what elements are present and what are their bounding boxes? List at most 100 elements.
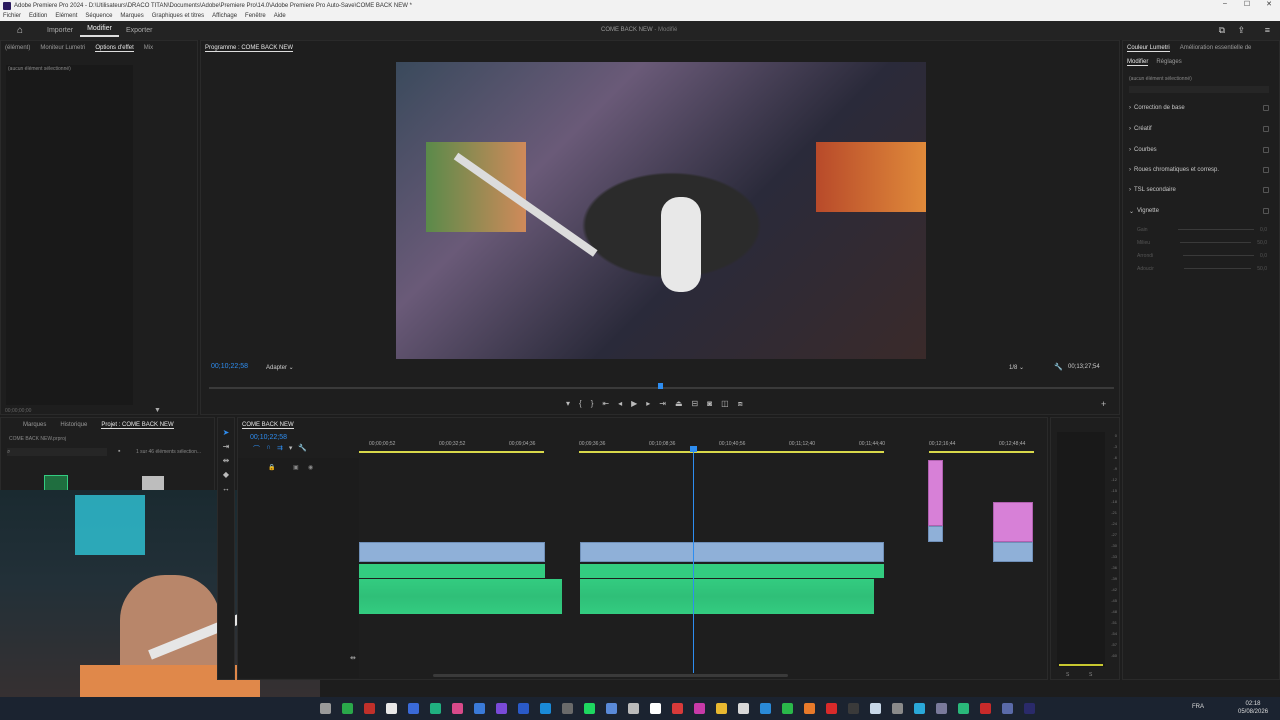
hamburger-menu-icon[interactable]: ≡ — [1265, 25, 1270, 35]
keyboard-language[interactable]: FRA — [1192, 704, 1204, 710]
checkbox-courbes[interactable] — [1263, 147, 1269, 153]
folder-icon[interactable]: ▪ — [118, 448, 120, 455]
menu-sequence[interactable]: Séquence — [85, 13, 112, 19]
lock-icon[interactable]: 🔒 — [268, 464, 275, 471]
section-vignette[interactable]: ⌄ Vignette — [1129, 208, 1159, 215]
maximize-icon[interactable]: ☐ — [1236, 0, 1258, 8]
filter-icon[interactable]: ▼ — [154, 407, 161, 414]
play-icon[interactable]: ▶ — [631, 399, 637, 409]
app-blue-icon[interactable] — [474, 703, 485, 714]
go-to-in-icon[interactable]: ⇤ — [602, 399, 609, 409]
add-marker-icon[interactable]: ⇉ — [277, 444, 283, 454]
step-back-icon[interactable]: ◂ — [618, 399, 622, 409]
project-search-input[interactable]: ⌕ — [7, 448, 107, 456]
program-timecode[interactable]: 00;10;22;58 — [211, 363, 248, 370]
tab-essential-sound[interactable]: Amélioration essentielle de — [1180, 45, 1252, 51]
section-tsl[interactable]: › TSL secondaire — [1129, 187, 1176, 193]
playhead-handle[interactable] — [690, 446, 697, 452]
taskbar-clock[interactable]: 02:18 05/08/2026 — [1238, 700, 1268, 716]
app-indigo-icon[interactable] — [1002, 703, 1013, 714]
close-icon[interactable]: ✕ — [1258, 0, 1280, 8]
vignette-gain[interactable]: Gain 0,0 — [1137, 223, 1267, 236]
menu-aide[interactable]: Aide — [274, 13, 286, 19]
section-creatif[interactable]: › Créatif — [1129, 126, 1152, 132]
audio-clip[interactable] — [359, 579, 562, 614]
app-blue4-icon[interactable] — [606, 703, 617, 714]
program-playhead[interactable] — [658, 383, 663, 389]
app-teal-icon[interactable] — [958, 703, 969, 714]
comparison-view-icon[interactable]: ◫ — [721, 399, 729, 409]
extract-icon[interactable]: ⊟ — [692, 399, 699, 409]
acrobat-icon[interactable] — [826, 703, 837, 714]
app-red2-icon[interactable] — [672, 703, 683, 714]
meter-solo-left[interactable]: S — [1066, 672, 1069, 678]
steam-icon[interactable] — [320, 703, 331, 714]
subtab-reglages[interactable]: Réglages — [1156, 59, 1181, 65]
lumetri-clip-dropdown[interactable] — [1129, 86, 1269, 93]
slip-tool-icon[interactable]: ↔ — [222, 484, 230, 493]
add-button-icon[interactable]: + — [1101, 399, 1106, 409]
tab-lumetri-monitor[interactable]: Moniteur Lumetri — [40, 45, 85, 51]
timeline-ruler[interactable]: 00;00;00;52 00;00;32;52 00;09;04;36 00;0… — [359, 438, 1039, 454]
go-to-out-icon[interactable]: ⇥ — [659, 399, 666, 409]
sync-lock-icon[interactable]: ▣ — [293, 464, 299, 471]
section-roues[interactable]: › Roues chromatiques et corresp. — [1129, 167, 1219, 173]
app-blue3-icon[interactable] — [540, 703, 551, 714]
subtab-modifier[interactable]: Modifier — [1127, 59, 1149, 66]
checkbox-correction-base[interactable] — [1263, 105, 1269, 111]
app-orange-icon[interactable] — [804, 703, 815, 714]
premiere-taskbar-icon[interactable] — [1024, 703, 1035, 714]
section-courbes[interactable]: › Courbes — [1129, 147, 1157, 153]
menu-fichier[interactable]: Fichier — [3, 13, 21, 19]
eye-icon[interactable]: ◉ — [308, 464, 313, 471]
menu-fenetre[interactable]: Fenêtre — [245, 13, 266, 19]
tab-program[interactable]: Programme : COME BACK NEW — [205, 45, 294, 52]
video-clip[interactable] — [928, 526, 943, 542]
tab-project[interactable]: Projet : COME BACK NEW — [101, 422, 174, 429]
menu-edition[interactable]: Edition — [29, 13, 47, 19]
checkbox-creatif[interactable] — [1263, 126, 1269, 132]
meter-solo-right[interactable]: S — [1089, 672, 1092, 678]
app-blue2-icon[interactable] — [518, 703, 529, 714]
tab-element[interactable]: (élément) — [5, 45, 30, 51]
workspace-modifier[interactable]: Modifier — [80, 25, 119, 37]
app-pink-icon[interactable] — [452, 703, 463, 714]
track-select-icon[interactable]: ⇥ — [223, 442, 230, 451]
selection-tool-icon[interactable]: ➤ — [223, 428, 230, 437]
timeline-timecode[interactable]: 00;10;22;58 — [250, 434, 287, 441]
video-clip[interactable] — [359, 542, 545, 562]
minimize-icon[interactable]: – — [1214, 0, 1236, 8]
timeline-playhead[interactable] — [693, 448, 694, 673]
section-correction-base[interactable]: › Correction de base — [1129, 105, 1185, 111]
app-light-icon[interactable] — [870, 703, 881, 714]
fit-dropdown[interactable]: Adapter ⌄ — [266, 364, 294, 371]
ripple-edit-icon[interactable]: ⇹ — [223, 456, 230, 465]
checkbox-roues[interactable] — [1263, 167, 1269, 173]
home-icon[interactable]: ⌂ — [0, 25, 40, 36]
menu-element[interactable]: Elément — [55, 13, 77, 19]
app-white2-icon[interactable] — [650, 703, 661, 714]
marker-icon[interactable]: ▾ — [566, 399, 570, 409]
razor-icon[interactable]: ◆ — [223, 470, 229, 479]
app-white-icon[interactable] — [386, 703, 397, 714]
menu-affichage[interactable]: Affichage — [212, 13, 237, 19]
spotify-icon[interactable] — [584, 703, 595, 714]
timeline-marker-icon[interactable]: ▾ — [289, 444, 293, 454]
vignette-adoucir[interactable]: Adoucir 50,0 — [1137, 262, 1267, 275]
app-purple-icon[interactable] — [496, 703, 507, 714]
timeline-horizontal-scrollbar[interactable] — [433, 674, 788, 677]
resolution-dropdown[interactable]: 1/8 ⌄ — [1009, 364, 1024, 371]
app-red3-icon[interactable] — [980, 703, 991, 714]
vignette-arrondi[interactable]: Arrondi 0,0 — [1137, 249, 1267, 262]
audio-clip[interactable] — [580, 564, 884, 578]
audio-clip[interactable] — [580, 579, 874, 614]
xbox-icon[interactable] — [342, 703, 353, 714]
quick-export-icon[interactable]: ⧉ — [1219, 25, 1225, 36]
linked-selection-icon[interactable]: ∩ — [266, 444, 271, 454]
tab-mix[interactable]: Mix — [144, 45, 153, 51]
app-red-icon[interactable] — [364, 703, 375, 714]
checkbox-vignette[interactable] — [1263, 208, 1269, 214]
app-lavender-icon[interactable] — [936, 703, 947, 714]
lightroom-icon[interactable] — [408, 703, 419, 714]
app-grey-icon[interactable] — [562, 703, 573, 714]
